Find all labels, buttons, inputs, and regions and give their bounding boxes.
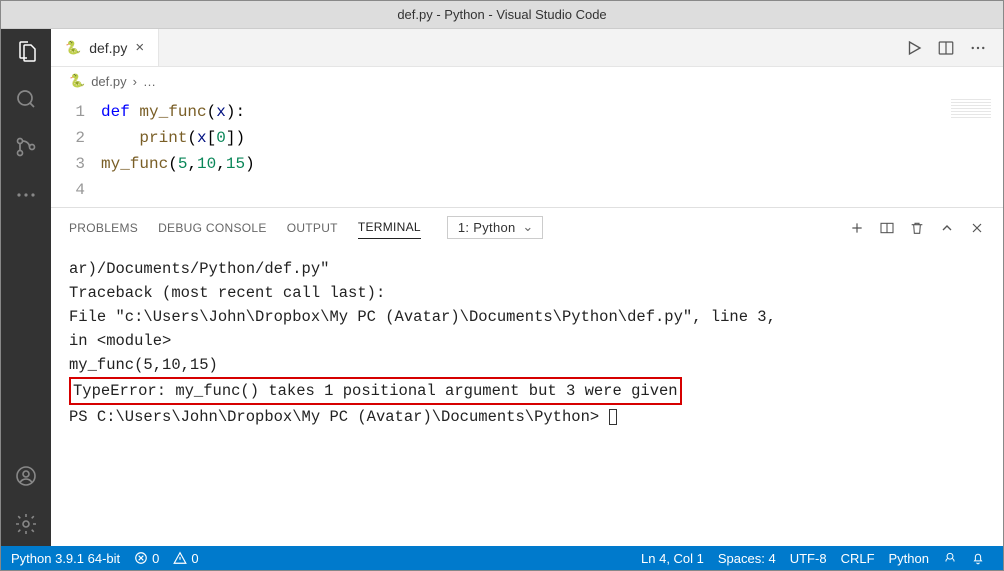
close-icon[interactable]: × (135, 39, 144, 56)
statusbar: Python 3.9.1 64-bit 0 0 Ln 4, Col 1 Spac… (1, 546, 1003, 570)
split-terminal-icon[interactable] (879, 220, 895, 236)
breadcrumb[interactable]: 🐍 def.py › … (51, 67, 1003, 95)
line-number: 1 (51, 99, 85, 125)
chevron-up-icon[interactable] (939, 220, 955, 236)
search-icon[interactable] (12, 85, 40, 113)
status-cursor-pos[interactable]: Ln 4, Col 1 (641, 551, 704, 566)
trash-icon[interactable] (909, 220, 925, 236)
line-number: 4 (51, 177, 85, 203)
minimap[interactable] (951, 99, 991, 119)
vscode-window: def.py - Python - Visual Studio Code (0, 0, 1004, 571)
notifications-icon[interactable] (971, 551, 985, 565)
more-icon[interactable] (12, 181, 40, 209)
breadcrumb-rest: … (143, 74, 156, 89)
new-terminal-icon[interactable] (849, 220, 865, 236)
line-number: 3 (51, 151, 85, 177)
panel: PROBLEMS DEBUG CONSOLE OUTPUT TERMINAL 1… (51, 207, 1003, 447)
terminal-cursor (609, 409, 617, 425)
term-line: Traceback (most recent call last): (69, 281, 985, 305)
term-line: in <module> (69, 329, 985, 353)
run-icon[interactable] (905, 39, 923, 57)
close-panel-icon[interactable] (969, 220, 985, 236)
status-encoding[interactable]: UTF-8 (790, 551, 827, 566)
source-control-icon[interactable] (12, 133, 40, 161)
status-eol[interactable]: CRLF (841, 551, 875, 566)
split-editor-icon[interactable] (937, 39, 955, 57)
status-warnings[interactable]: 0 (173, 551, 198, 566)
tab-output[interactable]: OUTPUT (287, 217, 338, 239)
term-prompt: PS C:\Users\John\Dropbox\My PC (Avatar)\… (69, 405, 985, 429)
editor-area: 🐍 def.py × 🐍 de (51, 29, 1003, 546)
activity-bar (1, 29, 51, 546)
status-spaces[interactable]: Spaces: 4 (718, 551, 776, 566)
tab-debug-console[interactable]: DEBUG CONSOLE (158, 217, 267, 239)
term-line: File "c:\Users\John\Dropbox\My PC (Avata… (69, 305, 985, 329)
status-errors[interactable]: 0 (134, 551, 159, 566)
code-content[interactable]: def my_func(x): print(x[0])my_func(5,10,… (101, 99, 1003, 203)
term-line: ar)/Documents/Python/def.py" (69, 257, 985, 281)
explorer-icon[interactable] (12, 37, 40, 65)
status-language[interactable]: Python (889, 551, 929, 566)
terminal-output[interactable]: ar)/Documents/Python/def.py" Traceback (… (51, 247, 1003, 447)
code-editor[interactable]: 1 2 3 4 def my_func(x): print(x[0])my_fu… (51, 95, 1003, 207)
term-line: my_func(5,10,15) (69, 353, 985, 377)
accounts-icon[interactable] (12, 462, 40, 490)
python-file-icon: 🐍 (69, 73, 85, 89)
tab-terminal[interactable]: TERMINAL (358, 216, 421, 239)
titlebar: def.py - Python - Visual Studio Code (1, 1, 1003, 29)
python-file-icon: 🐍 (65, 40, 81, 56)
settings-gear-icon[interactable] (12, 510, 40, 538)
gutter: 1 2 3 4 (51, 99, 101, 203)
tab-problems[interactable]: PROBLEMS (69, 217, 138, 239)
status-python-version[interactable]: Python 3.9.1 64-bit (11, 551, 120, 566)
panel-tabs: PROBLEMS DEBUG CONSOLE OUTPUT TERMINAL 1… (51, 208, 1003, 247)
breadcrumb-sep: › (133, 74, 137, 89)
editor-more-icon[interactable] (969, 39, 987, 57)
terminal-selector[interactable]: 1: Python (447, 216, 543, 239)
term-error-line: TypeError: my_func() takes 1 positional … (69, 377, 985, 405)
line-number: 2 (51, 125, 85, 151)
tab-filename: def.py (89, 40, 127, 56)
tabs-row: 🐍 def.py × (51, 29, 1003, 67)
feedback-icon[interactable] (943, 551, 957, 565)
window-title: def.py - Python - Visual Studio Code (397, 7, 606, 22)
main: 🐍 def.py × 🐍 de (1, 29, 1003, 546)
tab-defpy[interactable]: 🐍 def.py × (51, 29, 159, 66)
breadcrumb-file: def.py (91, 74, 126, 89)
